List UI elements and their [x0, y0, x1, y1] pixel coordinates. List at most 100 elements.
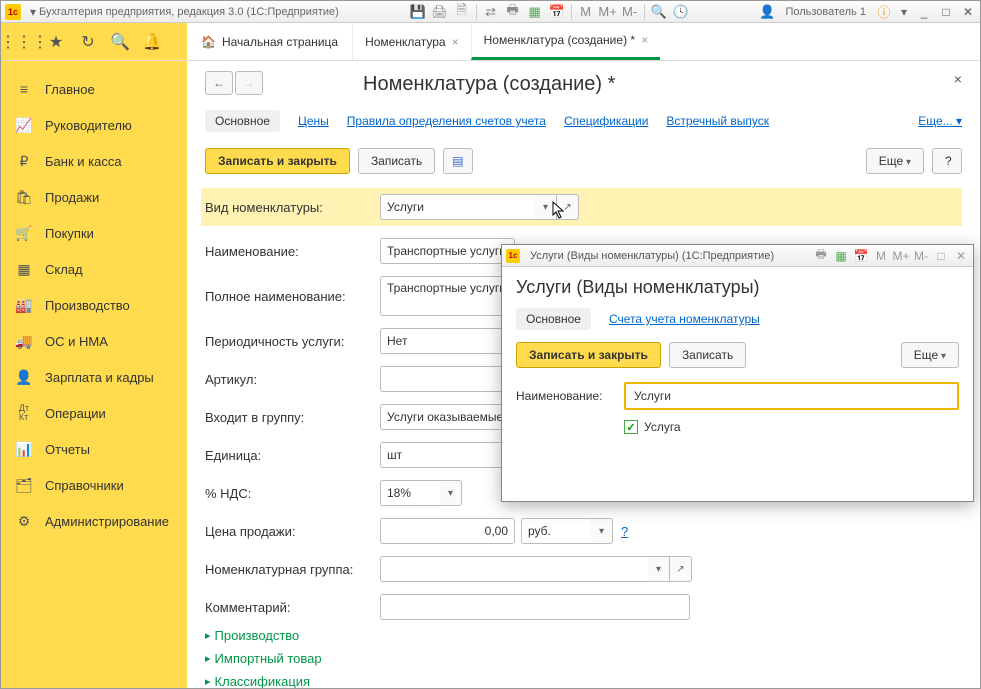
- name-input[interactable]: Транспортные услуги: [380, 238, 515, 264]
- sidebar-item-manager[interactable]: 📈Руководителю: [1, 107, 187, 143]
- subnav-counter[interactable]: Встречный выпуск: [666, 114, 769, 128]
- subnav-prices[interactable]: Цены: [298, 114, 329, 128]
- subnav-main[interactable]: Основное: [205, 110, 280, 132]
- compare-icon[interactable]: ⇄: [483, 4, 499, 20]
- fullname-input[interactable]: Транспортные услуги: [380, 276, 515, 316]
- preview-icon[interactable]: 🗎: [454, 4, 470, 20]
- group-label: Входит в группу:: [205, 410, 380, 425]
- maximize-button[interactable]: □: [938, 5, 954, 19]
- dialog-close-button[interactable]: ✕: [953, 248, 969, 264]
- home-tab[interactable]: 🏠 Начальная страница: [187, 23, 352, 60]
- nomgrp-dropdown-button[interactable]: ▾: [648, 556, 670, 582]
- page-subnav: Основное Цены Правила определения счетов…: [205, 110, 962, 132]
- tab-close-icon[interactable]: ×: [641, 33, 648, 47]
- history-nav-icon[interactable]: ↻: [79, 33, 97, 51]
- currency-dropdown-button[interactable]: ▾: [591, 518, 613, 544]
- vid-open-button[interactable]: ↗: [557, 194, 579, 220]
- save-icon[interactable]: 💾: [410, 4, 426, 20]
- dialog-maximize-button[interactable]: □: [933, 248, 949, 264]
- subnav-more[interactable]: Еще... ▾: [918, 114, 962, 128]
- calendar2-icon[interactable]: 📅: [549, 4, 565, 20]
- sidebar-item-sales[interactable]: 🛍Продажи: [1, 179, 187, 215]
- dialog-mp-icon[interactable]: M+: [893, 248, 909, 264]
- sidebar-item-bank[interactable]: ₽Банк и касса: [1, 143, 187, 179]
- user-name[interactable]: Пользователь 1: [781, 6, 870, 18]
- vid-input[interactable]: Услуги: [380, 194, 535, 220]
- sidebar-item-main[interactable]: ≡Главное: [1, 71, 187, 107]
- apps-icon[interactable]: ⋮⋮⋮: [15, 33, 33, 51]
- sidebar-item-reports[interactable]: 📊Отчеты: [1, 431, 187, 467]
- minimize-button[interactable]: _: [916, 5, 932, 19]
- list-button[interactable]: ▤: [443, 148, 472, 174]
- sidebar-item-production[interactable]: 🏭Производство: [1, 287, 187, 323]
- sidebar-item-admin[interactable]: ⚙Администрирование: [1, 503, 187, 539]
- tab-nomenclature-create[interactable]: Номенклатура (создание) * ×: [471, 23, 660, 60]
- dialog-save-button[interactable]: Записать: [669, 342, 746, 368]
- sidebar-item-warehouse[interactable]: ▦Склад: [1, 251, 187, 287]
- forward-button[interactable]: →: [235, 71, 263, 95]
- print-icon[interactable]: 🖨: [432, 4, 448, 20]
- more-button[interactable]: Еще: [866, 148, 924, 174]
- save-close-button[interactable]: Записать и закрыть: [205, 148, 350, 174]
- back-button[interactable]: ←: [205, 71, 233, 95]
- nds-input[interactable]: 18%: [380, 480, 440, 506]
- dialog-service-checkbox[interactable]: ✓ Услуга: [624, 420, 959, 434]
- nomgrp-open-button[interactable]: ↗: [670, 556, 692, 582]
- sidebar-item-salary[interactable]: 👤Зарплата и кадры: [1, 359, 187, 395]
- zoom-icon[interactable]: 🔍: [651, 4, 667, 20]
- info-dropdown[interactable]: ▾: [898, 4, 910, 20]
- mem-mm-icon[interactable]: M-: [622, 4, 638, 20]
- history-icon[interactable]: 🕓: [673, 4, 689, 20]
- subnav-spec[interactable]: Спецификации: [564, 114, 648, 128]
- calendar1-icon[interactable]: ▦: [527, 4, 543, 20]
- tab-nomenclature[interactable]: Номенклатура ×: [352, 23, 471, 60]
- sidebar-item-catalogs[interactable]: 🗂Справочники: [1, 467, 187, 503]
- sidebar-item-assets[interactable]: 🚚ОС и НМА: [1, 323, 187, 359]
- dialog-print-icon[interactable]: 🖶: [813, 248, 829, 264]
- dialog-save-close-button[interactable]: Записать и закрыть: [516, 342, 661, 368]
- ed-input[interactable]: шт: [380, 442, 515, 468]
- dialog-cal2-icon[interactable]: 📅: [853, 248, 869, 264]
- expand-import[interactable]: Импортный товар: [205, 651, 962, 666]
- dialog-mm-icon[interactable]: M-: [913, 248, 929, 264]
- subnav-rules[interactable]: Правила определения счетов учета: [347, 114, 546, 128]
- app-menu-dropdown[interactable]: ▾: [27, 4, 39, 20]
- close-button[interactable]: ✕: [960, 5, 976, 19]
- checkbox-icon: ✓: [624, 420, 638, 434]
- bell-icon[interactable]: 🔔: [143, 33, 161, 51]
- close-page-button[interactable]: ×: [954, 71, 962, 87]
- favorite-icon[interactable]: ★: [47, 33, 65, 51]
- group-input[interactable]: Услуги оказываемые: [380, 404, 515, 430]
- sidebar-item-label: Руководителю: [45, 118, 132, 133]
- dialog-more-button[interactable]: Еще: [901, 342, 959, 368]
- sidebar-item-purchases[interactable]: 🛒Покупки: [1, 215, 187, 251]
- dialog-cal1-icon[interactable]: ▦: [833, 248, 849, 264]
- mem-mp-icon[interactable]: M+: [600, 4, 616, 20]
- period-input[interactable]: Нет: [380, 328, 515, 354]
- dialog-m-icon[interactable]: M: [873, 248, 889, 264]
- sidebar-item-operations[interactable]: ДтКтОперации: [1, 395, 187, 431]
- comment-input[interactable]: [380, 594, 690, 620]
- expand-classification[interactable]: Классификация: [205, 674, 962, 688]
- left-toolbar: ⋮⋮⋮ ★ ↻ 🔍 🔔: [1, 23, 187, 60]
- vid-dropdown-button[interactable]: ▾: [535, 194, 557, 220]
- artikul-input[interactable]: [380, 366, 515, 392]
- currency-input[interactable]: руб.: [521, 518, 591, 544]
- dialog-name-input[interactable]: Услуги: [624, 382, 959, 410]
- price-help-link[interactable]: ?: [621, 524, 628, 539]
- search-icon[interactable]: 🔍: [111, 33, 129, 51]
- dialog-subnav-accounts[interactable]: Счета учета номенклатуры: [609, 312, 760, 326]
- price-input[interactable]: 0,00: [380, 518, 515, 544]
- help-button[interactable]: ?: [932, 148, 962, 174]
- save-button[interactable]: Записать: [358, 148, 435, 174]
- dialog-name-label: Наименование:: [516, 389, 624, 403]
- nds-dropdown-button[interactable]: ▾: [440, 480, 462, 506]
- nomgrp-input[interactable]: [380, 556, 648, 582]
- tab-close-icon[interactable]: ×: [452, 35, 459, 49]
- toolbar-row: ⋮⋮⋮ ★ ↻ 🔍 🔔 🏠 Начальная страница Номенкл…: [1, 23, 980, 61]
- print2-icon[interactable]: 🖶: [505, 4, 521, 20]
- dialog-subnav-main[interactable]: Основное: [516, 308, 591, 330]
- mem-m-icon[interactable]: M: [578, 4, 594, 20]
- info-icon[interactable]: ⓘ: [876, 4, 892, 20]
- expand-production[interactable]: Производство: [205, 628, 962, 643]
